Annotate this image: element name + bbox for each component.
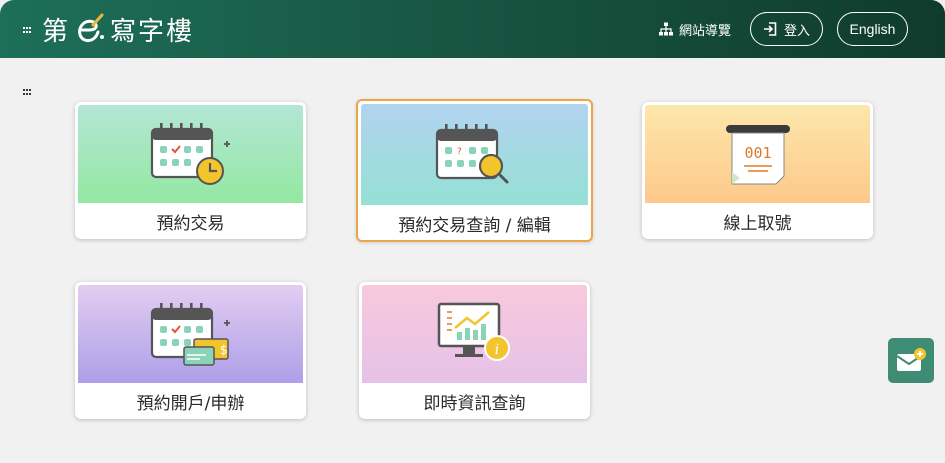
- service-art: [78, 105, 303, 203]
- queue-ticket-icon: 001: [725, 125, 790, 185]
- svg-text:$: $: [220, 343, 228, 357]
- site-logo[interactable]: 第 寫字樓: [42, 12, 195, 47]
- top-header: 第 寫字樓 網站導覽 登入 English: [0, 0, 945, 58]
- service-label: 預約開戶/申辦: [136, 393, 245, 414]
- svg-text:?: ?: [457, 147, 462, 157]
- service-label: 線上取號: [723, 213, 792, 234]
- service-card-appointment-query[interactable]: ? 預約交易查詢 / 編輯: [356, 99, 593, 242]
- service-label: 預約交易查詢 / 編輯: [398, 215, 551, 236]
- service-art: ?: [361, 104, 588, 205]
- calendar-card-icon: $: [150, 303, 230, 366]
- logo-e-icon: [78, 13, 105, 43]
- service-art: 001: [645, 105, 870, 203]
- feedback-mail-button[interactable]: [888, 338, 934, 383]
- language-label: English: [849, 21, 896, 37]
- monitor-chart-icon: i: [437, 302, 510, 361]
- skip-nav-dots-icon[interactable]: [23, 27, 31, 33]
- ticket-number: 001: [744, 144, 771, 162]
- service-card-queue-ticket[interactable]: 001 線上取號: [642, 102, 873, 239]
- login-label: 登入: [783, 22, 810, 38]
- service-art: i: [362, 285, 587, 383]
- content-anchor-dots-icon[interactable]: [23, 89, 31, 95]
- svg-text:i: i: [494, 342, 498, 358]
- logo-prefix: 第: [42, 16, 71, 47]
- sitemap-icon: [659, 22, 673, 36]
- service-card-realtime-info[interactable]: i 即時資訊查詢: [359, 282, 590, 419]
- sitemap-label: 網站導覽: [679, 23, 732, 39]
- service-art: $: [78, 285, 303, 383]
- service-label: 即時資訊查詢: [423, 393, 526, 414]
- service-card-appointment[interactable]: 預約交易: [75, 102, 306, 239]
- login-button[interactable]: 登入: [750, 12, 823, 46]
- sitemap-link[interactable]: 網站導覽: [659, 19, 731, 39]
- login-icon: [763, 22, 777, 36]
- logo-suffix: 寫字樓: [110, 16, 195, 47]
- service-card-account-opening[interactable]: $ 預約開戶/申辦: [75, 282, 306, 419]
- calendar-clock-icon: [150, 123, 230, 185]
- mail-add-icon: [896, 347, 926, 371]
- service-label: 預約交易: [156, 213, 225, 234]
- language-button[interactable]: English: [837, 12, 908, 46]
- calendar-search-icon: ?: [435, 123, 508, 183]
